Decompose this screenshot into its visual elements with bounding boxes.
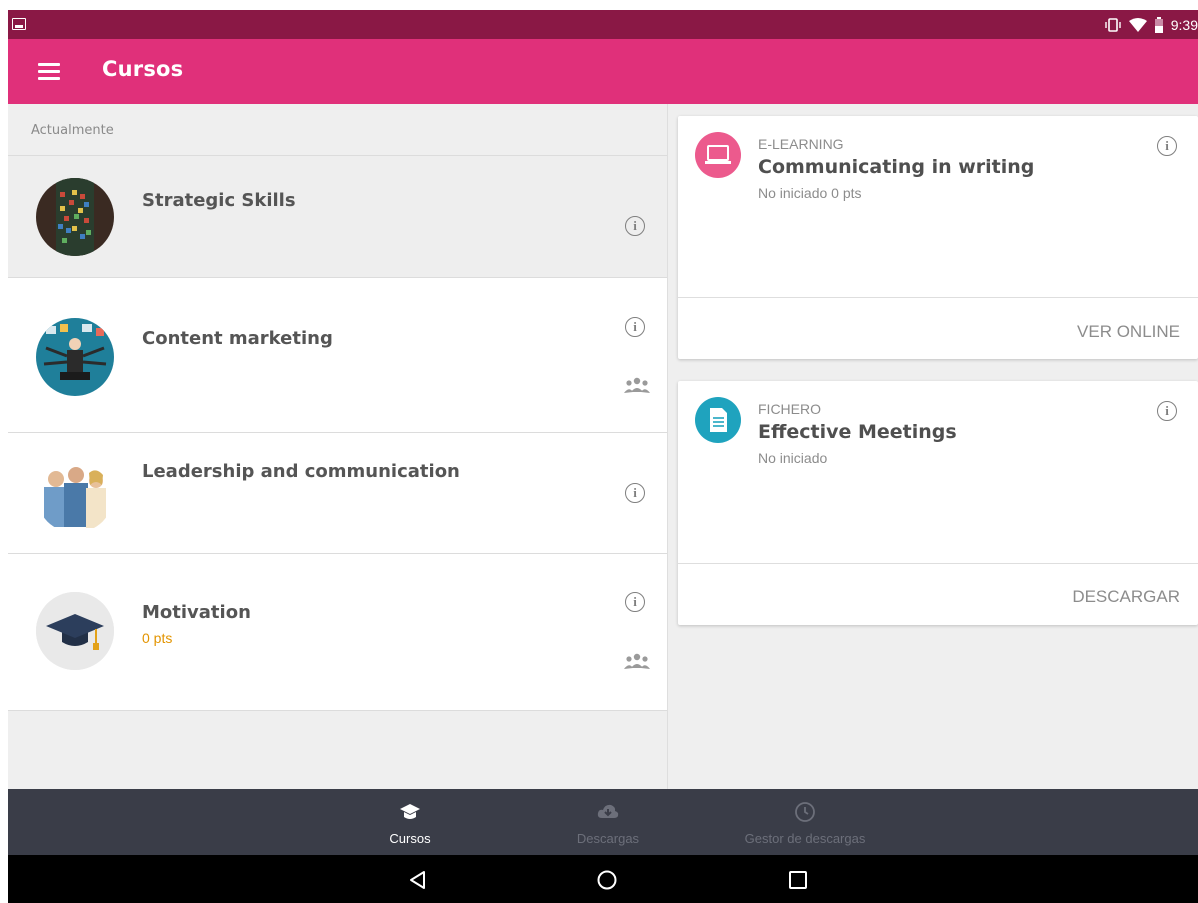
- card-divider: [678, 563, 1198, 564]
- course-points: 0 pts: [142, 630, 173, 646]
- course-row-leadership[interactable]: Leadership and communication i: [8, 433, 667, 554]
- card-divider: [678, 297, 1198, 298]
- nav-label: Cursos: [389, 831, 431, 846]
- course-list-panel: Actualmente Strategic Skills i Content m…: [8, 104, 668, 789]
- app-frame: 9:39 Cursos Actualmente Strategic Skills…: [8, 10, 1198, 903]
- nav-label: Gestor de descargas: [744, 831, 866, 846]
- content-card-fichero[interactable]: FICHERO Effective Meetings No iniciado i…: [678, 381, 1198, 625]
- card-status: No iniciado 0 pts: [758, 185, 862, 201]
- info-icon[interactable]: i: [1157, 401, 1177, 421]
- hamburger-menu-icon[interactable]: [38, 63, 60, 81]
- document-icon: [695, 397, 741, 443]
- course-title: Strategic Skills: [142, 190, 296, 211]
- system-navigation-bar: [8, 855, 1198, 903]
- graduation-cap-icon: [400, 804, 420, 819]
- course-row-content-marketing[interactable]: Content marketing i: [8, 278, 667, 433]
- card-status: No iniciado: [758, 450, 828, 466]
- bottom-navigation: Cursos Descargas Gestor de descargas: [8, 789, 1198, 855]
- course-title: Content marketing: [142, 328, 333, 349]
- image-notification-icon: [12, 18, 26, 30]
- laptop-icon: [695, 132, 741, 178]
- recents-icon[interactable]: [787, 869, 809, 891]
- status-icons: 9:39: [1104, 10, 1198, 39]
- card-title: Communicating in writing: [758, 156, 1035, 178]
- info-icon[interactable]: i: [625, 483, 645, 503]
- group-icon: [624, 377, 650, 393]
- cloud-download-icon: [597, 804, 619, 818]
- ver-online-button[interactable]: VER ONLINE: [1077, 322, 1180, 342]
- course-row-motivation[interactable]: Motivation 0 pts i: [8, 554, 667, 711]
- app-bar: Cursos: [8, 39, 1198, 104]
- status-time: 9:39: [1170, 16, 1198, 33]
- info-icon[interactable]: i: [625, 592, 645, 612]
- battery-icon: [1154, 16, 1163, 33]
- course-thumbnail: [36, 318, 114, 396]
- info-icon[interactable]: i: [625, 317, 645, 337]
- status-bar: 9:39: [8, 10, 1198, 39]
- nav-item-descargas[interactable]: Descargas: [548, 789, 668, 855]
- course-thumbnail: [36, 178, 114, 256]
- course-row-strategic-skills[interactable]: Strategic Skills i: [8, 156, 667, 278]
- home-icon[interactable]: [596, 869, 618, 891]
- info-icon[interactable]: i: [1157, 136, 1177, 156]
- back-icon[interactable]: [407, 869, 429, 891]
- info-icon[interactable]: i: [625, 216, 645, 236]
- wifi-icon: [1128, 17, 1147, 32]
- card-type: E-LEARNING: [758, 136, 844, 152]
- group-icon: [624, 653, 650, 669]
- section-label: Actualmente: [31, 123, 114, 138]
- page-title: Cursos: [102, 57, 184, 81]
- descargar-button[interactable]: DESCARGAR: [1072, 587, 1180, 607]
- vibrate-icon: [1105, 17, 1121, 32]
- card-title: Effective Meetings: [758, 421, 957, 443]
- course-title: Leadership and communication: [142, 461, 460, 482]
- course-thumbnail: [36, 455, 114, 533]
- course-title: Motivation: [142, 602, 251, 623]
- card-type: FICHERO: [758, 401, 821, 417]
- section-header: Actualmente: [8, 104, 667, 156]
- graduation-cap-thumbnail: [36, 592, 114, 670]
- nav-item-cursos[interactable]: Cursos: [360, 789, 460, 855]
- nav-label: Descargas: [576, 831, 640, 846]
- content-card-e-learning[interactable]: E-LEARNING Communicating in writing No i…: [678, 116, 1198, 359]
- nav-item-gestor-de-descargas[interactable]: Gestor de descargas: [718, 789, 892, 855]
- clock-icon: [795, 802, 815, 822]
